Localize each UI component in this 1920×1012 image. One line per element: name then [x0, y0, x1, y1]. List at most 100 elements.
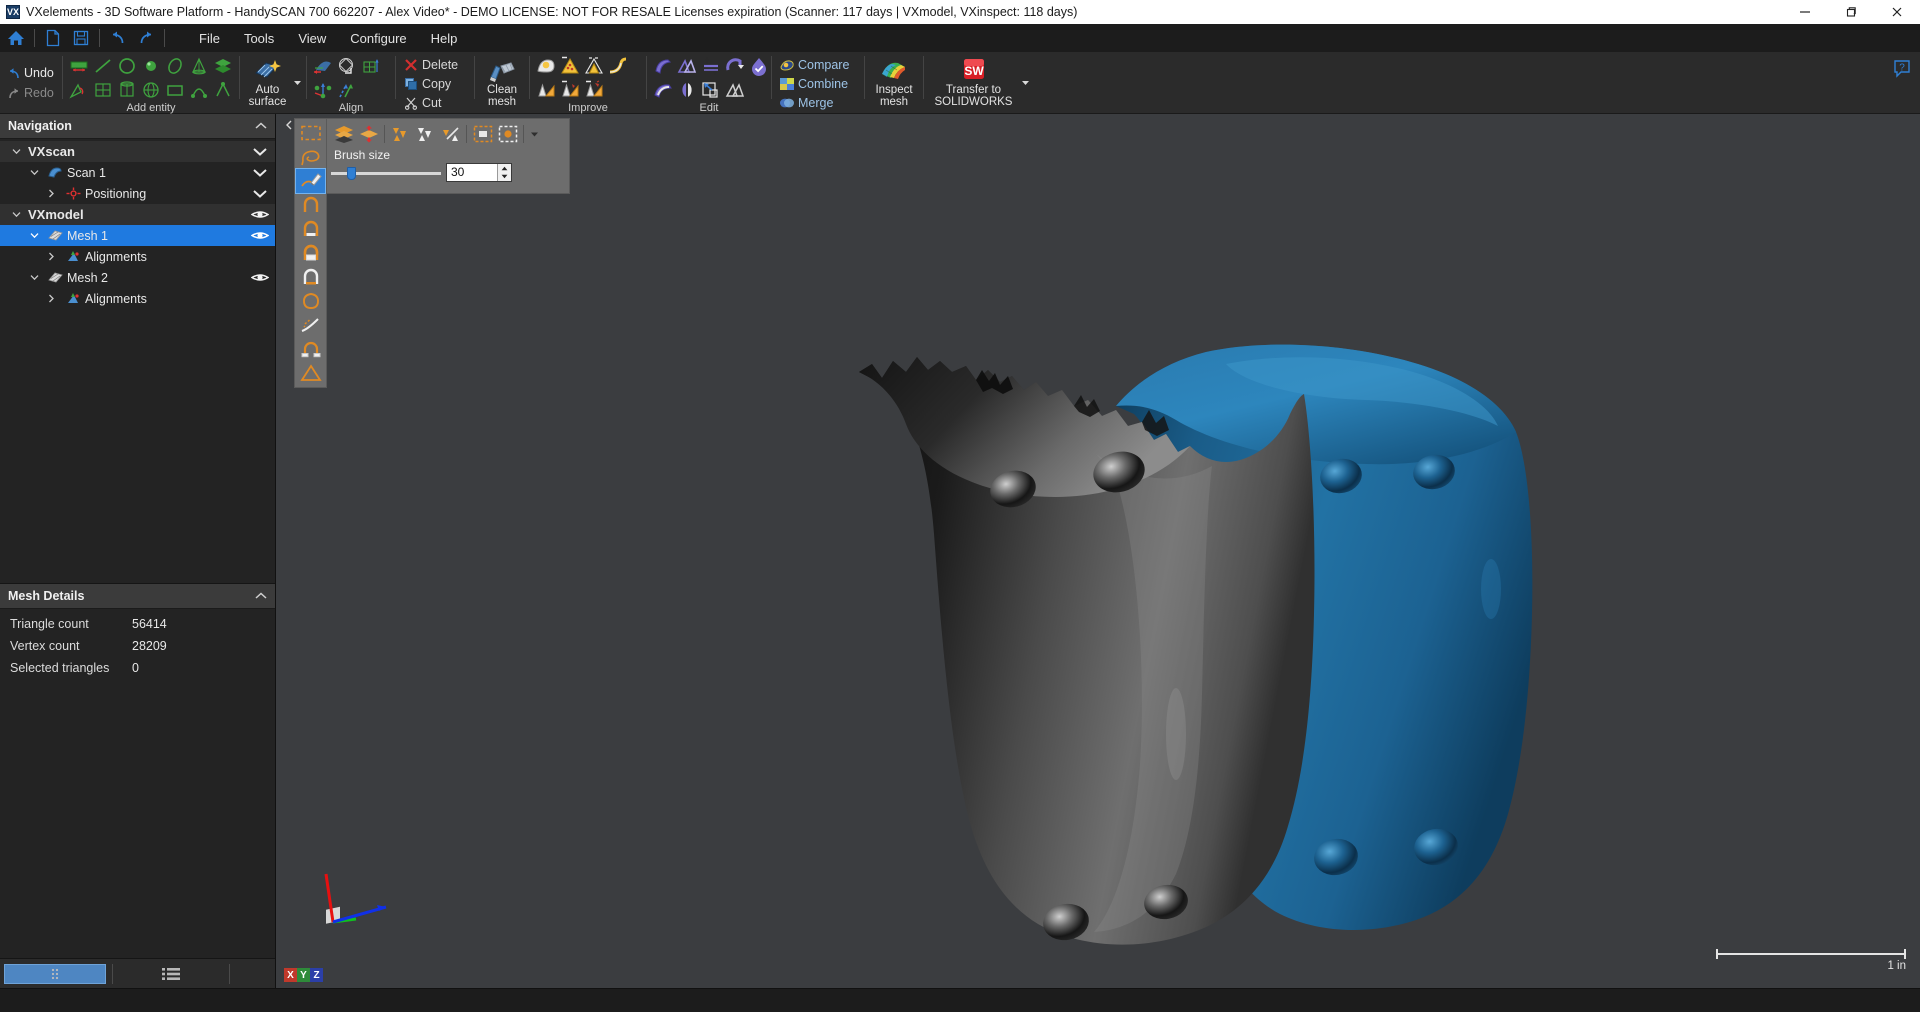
select-back-tool[interactable] — [296, 265, 325, 289]
select-band-tool[interactable] — [296, 337, 325, 361]
menu-item-view[interactable]: View — [286, 27, 338, 50]
chevron-left-icon[interactable] — [284, 118, 294, 388]
stepper-up-button[interactable] — [498, 164, 511, 173]
auto-surface-dropdown[interactable] — [291, 57, 302, 107]
align-surface-icon[interactable] — [311, 54, 335, 78]
eye-icon[interactable] — [251, 272, 269, 283]
minimize-button[interactable] — [1782, 0, 1828, 24]
auto-surface-button[interactable]: Auto surface — [244, 54, 291, 110]
decimate-icon[interactable] — [582, 54, 606, 78]
copy-button[interactable]: Copy — [400, 74, 464, 93]
drag-handle-icon[interactable] — [4, 964, 106, 984]
add-angle-icon[interactable] — [211, 78, 235, 102]
list-view-icon[interactable] — [119, 963, 223, 985]
mirror-icon[interactable] — [675, 78, 699, 102]
deselect-layers-icon[interactable] — [356, 123, 381, 145]
merge-triangles-icon[interactable] — [723, 78, 747, 102]
combine-button[interactable]: Combine — [776, 74, 855, 93]
merge-button[interactable]: Merge — [776, 93, 855, 112]
tree-node-alignments-2[interactable]: Alignments — [0, 288, 275, 309]
3d-viewport[interactable]: Brush size 30 — [276, 114, 1920, 988]
defeature-icon[interactable] — [558, 54, 582, 78]
ribbon-undo-button[interactable]: Undo — [4, 63, 56, 83]
home-icon[interactable] — [2, 25, 30, 51]
select-region-icon[interactable] — [470, 123, 495, 145]
cut-button[interactable]: Cut — [400, 93, 464, 112]
chevron-down-icon[interactable] — [251, 168, 269, 178]
menu-item-configure[interactable]: Configure — [338, 27, 418, 50]
select-region-alt-icon[interactable] — [495, 123, 520, 145]
add-rectangle-icon[interactable] — [163, 78, 187, 102]
add-point-icon[interactable] — [139, 54, 163, 78]
redo-arrow-icon[interactable] — [132, 25, 160, 51]
brush-size-stepper[interactable]: 30 — [446, 163, 512, 182]
maximize-button[interactable] — [1828, 0, 1874, 24]
scale-icon[interactable] — [699, 78, 723, 102]
brush-select-tool[interactable] — [296, 169, 325, 193]
fill-holes-icon[interactable] — [534, 78, 558, 102]
extrude-surface-icon[interactable] — [651, 54, 675, 78]
ribbon-redo-button[interactable]: Redo — [4, 83, 56, 103]
overflow-chevron-icon[interactable] — [527, 123, 541, 145]
chevron-up-icon[interactable] — [255, 122, 267, 130]
chevron-down-icon[interactable] — [12, 211, 28, 218]
select-boundary-tool[interactable] — [296, 289, 325, 313]
add-curve-icon[interactable] — [187, 78, 211, 102]
select-none-icon[interactable] — [413, 123, 438, 145]
delete-button[interactable]: Delete — [400, 55, 464, 74]
chevron-up-icon[interactable] — [255, 592, 267, 600]
eye-icon[interactable] — [251, 230, 269, 241]
menu-item-tools[interactable]: Tools — [232, 27, 286, 50]
navigation-panel-header[interactable]: Navigation — [0, 114, 275, 139]
lasso-select-tool[interactable] — [296, 145, 325, 169]
rectangle-select-tool[interactable] — [296, 121, 325, 145]
tree-node-positioning[interactable]: Positioning — [0, 183, 275, 204]
sharpen-edges-icon[interactable] — [582, 78, 606, 102]
chevron-down-icon[interactable] — [30, 169, 46, 176]
chevron-down-icon[interactable] — [251, 189, 269, 199]
measure-distance-icon[interactable] — [67, 54, 91, 78]
undo-arrow-icon[interactable] — [104, 25, 132, 51]
select-front-tool[interactable] — [296, 241, 325, 265]
inspect-mesh-button[interactable]: Inspect mesh — [869, 54, 919, 110]
invert-selection-icon[interactable] — [388, 123, 413, 145]
add-grid-icon[interactable] — [91, 78, 115, 102]
align-axis-icon[interactable] — [311, 78, 335, 102]
chevron-right-icon[interactable] — [48, 294, 64, 303]
add-ellipse-icon[interactable] — [163, 54, 187, 78]
tree-node-vxmodel[interactable]: VXmodel — [0, 204, 275, 225]
tree-node-mesh-1[interactable]: Mesh 1 — [0, 225, 275, 246]
trim-surface-icon[interactable] — [675, 54, 699, 78]
chevron-right-icon[interactable] — [48, 189, 64, 198]
select-through-tool[interactable] — [296, 193, 325, 217]
tree-node-alignments-1[interactable]: Alignments — [0, 246, 275, 267]
transfer-dropdown[interactable] — [1019, 57, 1030, 107]
stepper-down-button[interactable] — [498, 173, 511, 182]
chevron-down-icon[interactable] — [30, 274, 46, 281]
eye-icon[interactable] — [251, 209, 269, 220]
grow-selection-icon[interactable] — [438, 123, 463, 145]
brush-size-slider[interactable] — [331, 165, 441, 181]
select-triangle-tool[interactable] — [296, 361, 325, 385]
tree-node-mesh-2[interactable]: Mesh 2 — [0, 267, 275, 288]
compare-button[interactable]: Compare — [776, 55, 855, 74]
help-bubble-icon[interactable]: ? — [1892, 58, 1912, 78]
tree-node-vxscan[interactable]: VXscan — [0, 141, 275, 162]
add-line-icon[interactable] — [91, 54, 115, 78]
menu-item-file[interactable]: File — [187, 27, 232, 50]
offset-surface-icon[interactable] — [651, 78, 675, 102]
chevron-right-icon[interactable] — [48, 252, 64, 261]
add-sphere-icon[interactable] — [139, 78, 163, 102]
rotate-surface-icon[interactable] — [723, 54, 747, 78]
clean-mesh-button[interactable]: Clean mesh — [479, 54, 525, 110]
select-curve-tool[interactable] — [296, 313, 325, 337]
add-circle-icon[interactable] — [115, 54, 139, 78]
validate-mesh-icon[interactable] — [747, 54, 771, 78]
chevron-down-icon[interactable] — [251, 147, 269, 157]
smooth-surface-icon[interactable] — [534, 54, 558, 78]
new-document-icon[interactable] — [39, 25, 67, 51]
align-best-fit-icon[interactable] — [335, 54, 359, 78]
flip-normals-icon[interactable] — [699, 54, 723, 78]
axis-gizmo[interactable] — [306, 866, 396, 946]
close-button[interactable] — [1874, 0, 1920, 24]
